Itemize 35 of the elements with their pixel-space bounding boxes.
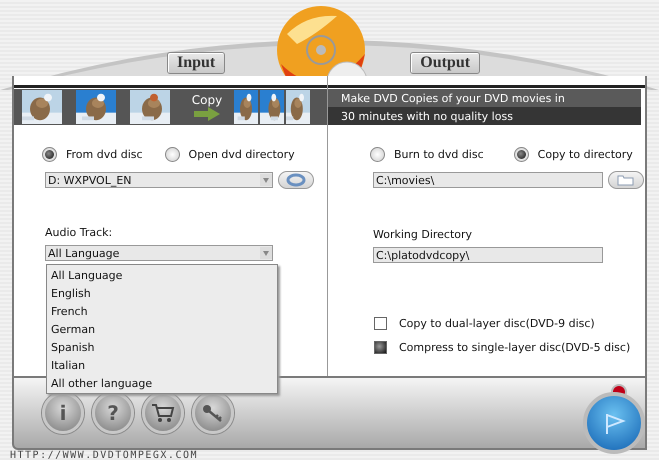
dropdown-option[interactable]: All other language — [48, 374, 276, 392]
cart-button[interactable] — [142, 392, 184, 434]
info-button[interactable]: i — [42, 392, 84, 434]
radio-option[interactable]: Burn to dvd disc — [370, 147, 484, 162]
dropdown-option[interactable]: English — [48, 284, 276, 302]
audio-track-dropdown[interactable]: All Language — [45, 245, 273, 261]
key-button[interactable] — [192, 392, 234, 434]
folder-icon — [617, 174, 635, 186]
help-button[interactable]: ? — [92, 392, 134, 434]
radio-option[interactable]: Open dvd directory — [164, 147, 295, 162]
website-url: HTTP://WWW.DVDTOMPEGX.COM — [9, 450, 200, 460]
dropdown-option[interactable]: German — [48, 320, 276, 338]
radio-option[interactable]: From dvd disc — [42, 147, 143, 162]
refresh-button[interactable] — [278, 171, 314, 189]
audio-track-label: Audio Track: — [44, 226, 114, 239]
browse-button[interactable] — [608, 171, 644, 189]
output-path-field[interactable]: C:\movies\ — [373, 172, 603, 188]
working-directory-field[interactable]: C:\platodvdcopy\ — [373, 247, 603, 263]
key-icon — [201, 403, 225, 423]
banner-text: 30 minutes with no quality loss — [328, 107, 641, 125]
cart-icon — [151, 403, 175, 423]
drive-dropdown[interactable]: D: WXPVOL_EN — [45, 172, 273, 188]
tab[interactable]: Output — [410, 52, 480, 74]
radio-option[interactable]: Copy to directory — [514, 147, 633, 162]
copy-label: Copy — [192, 93, 222, 107]
banner-text: Make DVD Copies of your DVD movies in — [328, 89, 641, 107]
dropdown-option[interactable]: Italian — [48, 356, 276, 374]
checkbox-option[interactable]: Compress to single-layer disc(DVD-5 disc) — [374, 341, 645, 354]
dropdown-option[interactable]: Spanish — [48, 338, 276, 356]
dropdown-option[interactable]: French — [48, 302, 276, 320]
working-directory-label: Working Directory — [372, 228, 474, 241]
tab[interactable]: Input — [167, 52, 226, 74]
arrow-icon — [194, 107, 220, 121]
dropdown-option[interactable]: All Language — [48, 266, 276, 284]
checkbox-option[interactable]: Copy to dual-layer disc(DVD-9 disc) — [374, 317, 645, 330]
